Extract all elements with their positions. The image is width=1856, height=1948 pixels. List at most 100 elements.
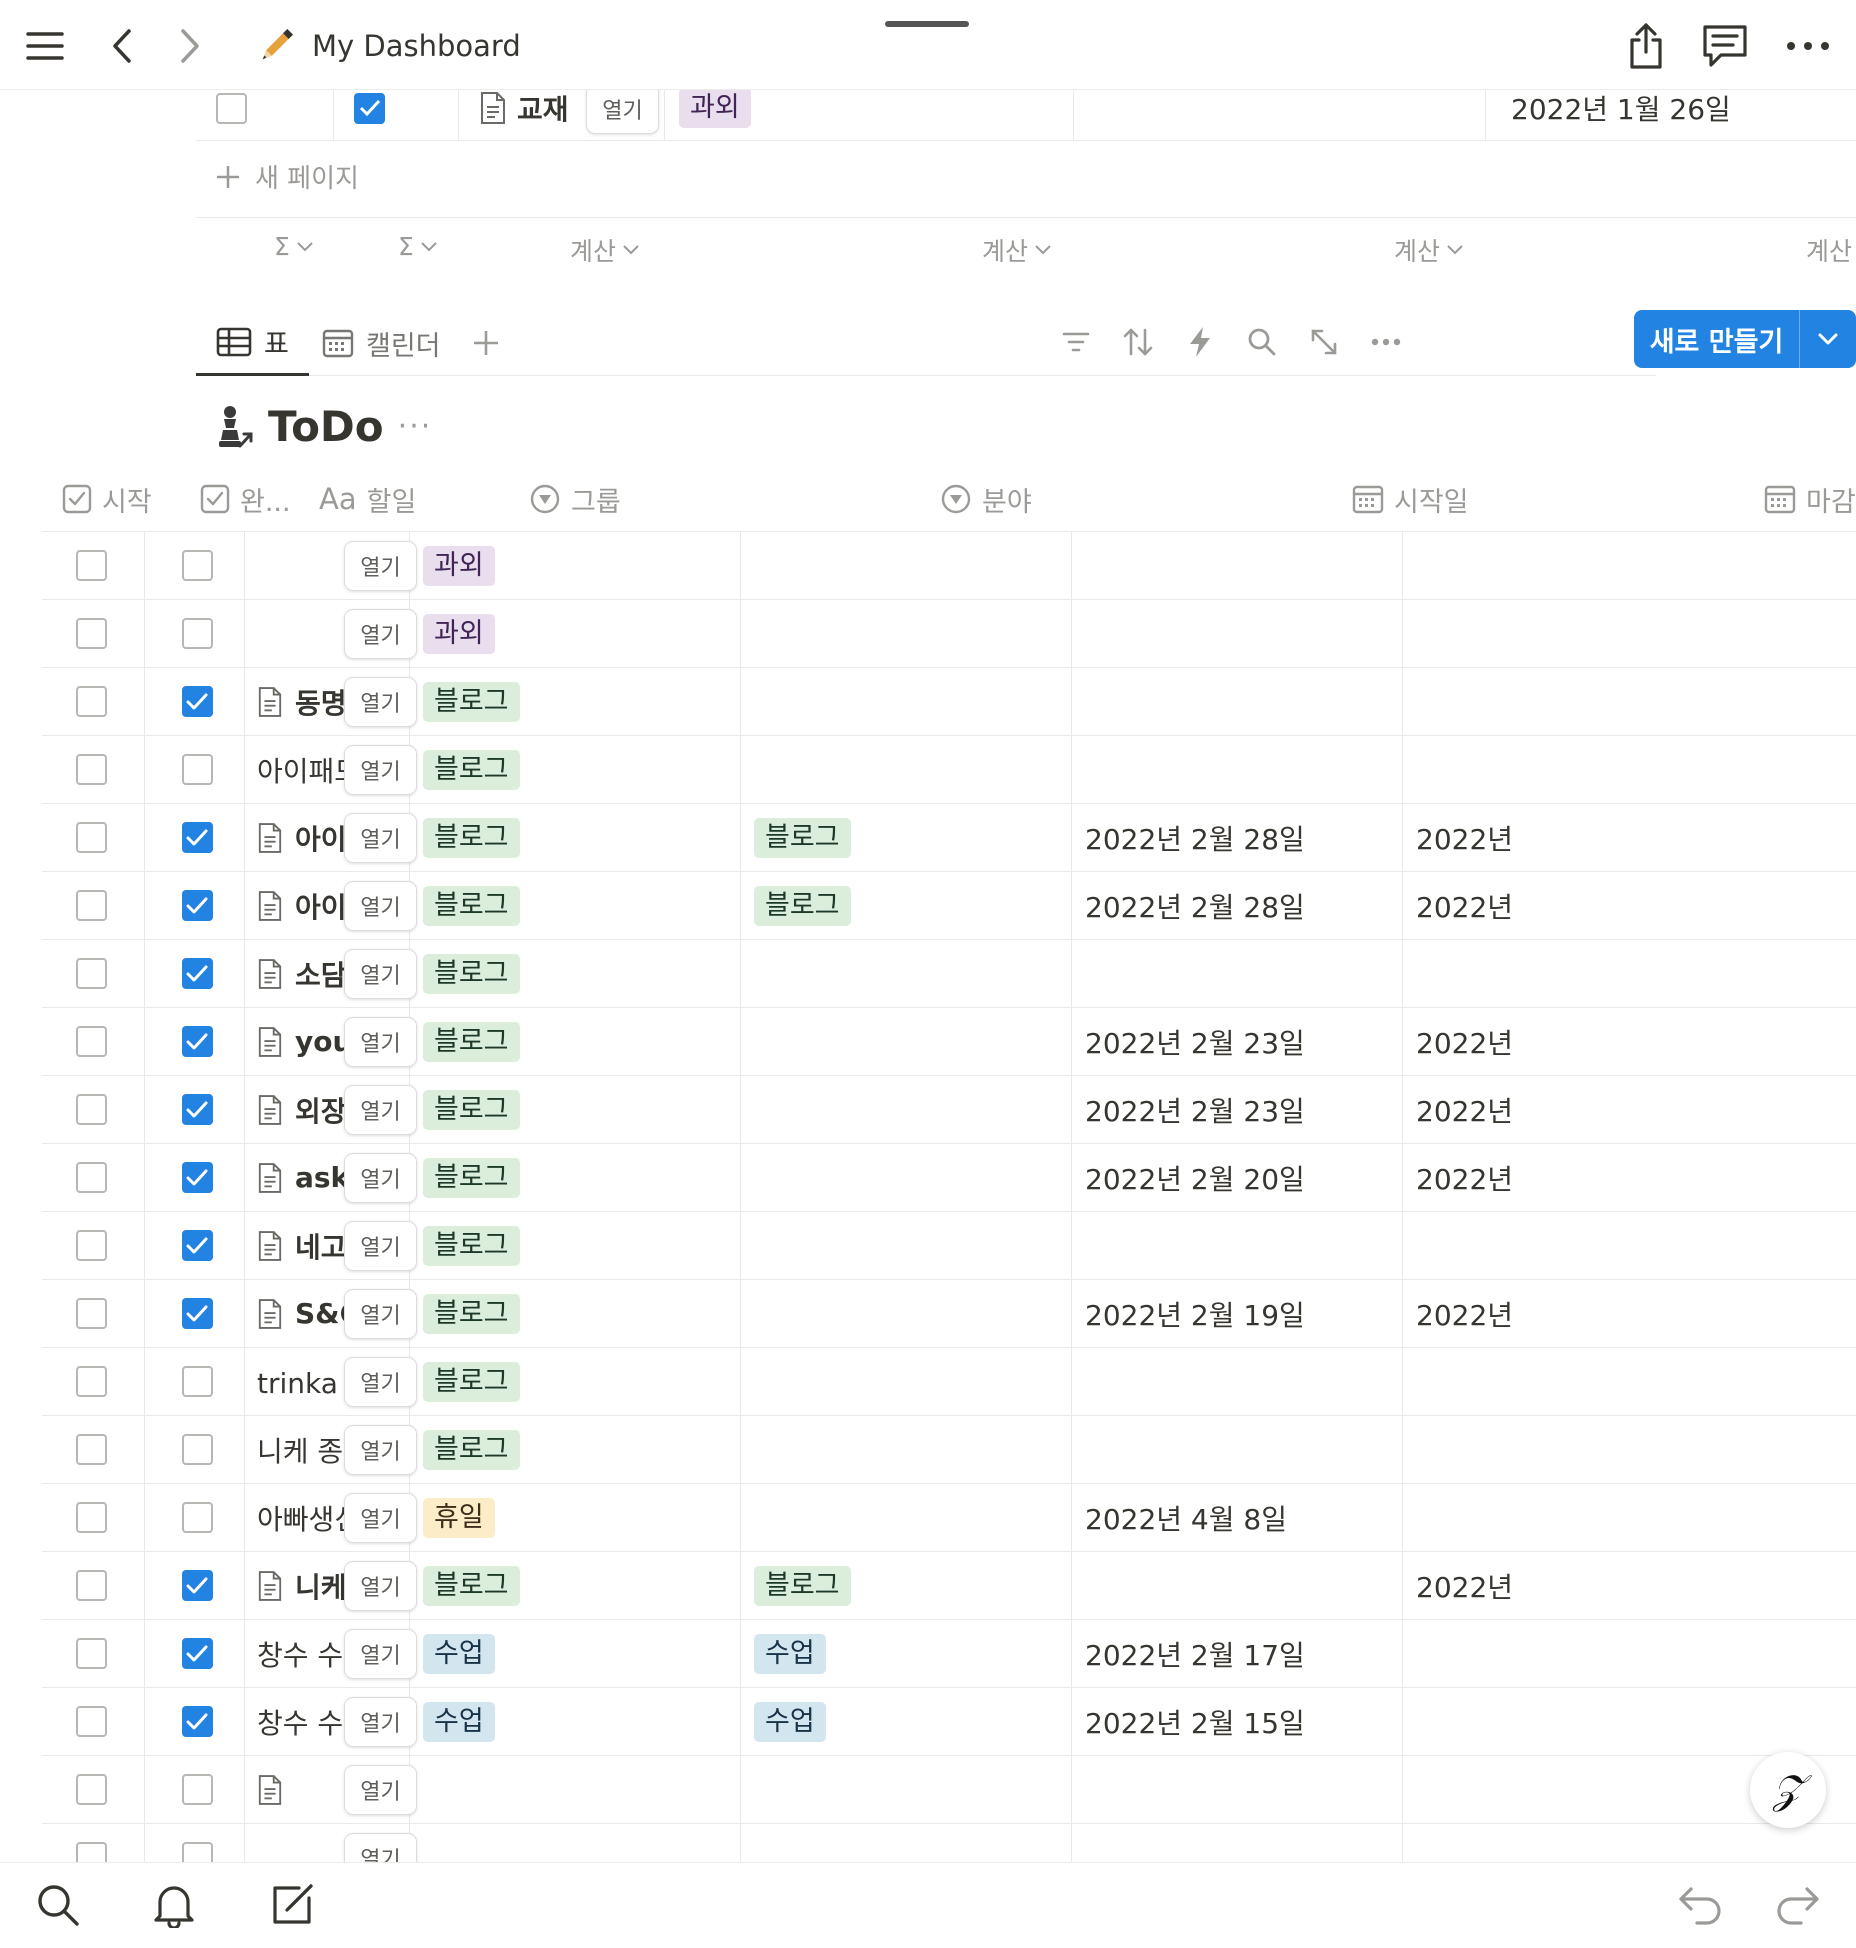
start-checkbox[interactable] [75, 1026, 107, 1057]
column-done[interactable]: 완... [200, 466, 300, 532]
tab-calendar[interactable]: 캘린더 [322, 310, 441, 376]
done-checkbox[interactable] [181, 1774, 213, 1805]
done-checkbox[interactable] [181, 1638, 213, 1669]
done-checkbox[interactable] [181, 822, 213, 853]
page-title[interactable]: My Dashboard [312, 29, 521, 63]
open-button[interactable]: 열기 [344, 1697, 417, 1747]
calc-dropdown-1[interactable]: 계산 [570, 232, 640, 268]
start-checkbox[interactable] [75, 1434, 107, 1465]
table-row[interactable]: S&G 열기 블로그 2022년 2월 19일 2022년 [42, 1280, 1856, 1348]
open-button[interactable]: 열기 [344, 677, 417, 727]
done-checkbox[interactable] [181, 618, 213, 649]
search-icon[interactable] [28, 1875, 88, 1935]
done-checkbox[interactable] [181, 1502, 213, 1533]
comment-icon[interactable] [1697, 18, 1753, 74]
menu-icon[interactable] [17, 18, 73, 74]
table-row[interactable]: ask 5 열기 블로그 2022년 2월 20일 2022년 [42, 1144, 1856, 1212]
open-button[interactable]: 열기 [344, 1153, 417, 1203]
database-more-icon[interactable]: ··· [398, 409, 433, 444]
table-row[interactable]: 네고왕 열기 블로그 [42, 1212, 1856, 1280]
open-button[interactable]: 열기 [344, 949, 417, 999]
add-view-icon[interactable] [472, 310, 500, 376]
table-row[interactable]: 소담 열기 블로그 [42, 940, 1856, 1008]
done-checkbox[interactable] [354, 92, 385, 124]
task-title[interactable]: 소담 [295, 954, 347, 994]
sum-calc-2[interactable]: Σ [398, 232, 438, 261]
start-checkbox[interactable] [75, 1230, 107, 1261]
redo-icon[interactable] [1768, 1875, 1828, 1935]
start-checkbox[interactable] [75, 1570, 107, 1601]
done-checkbox[interactable] [181, 1230, 213, 1261]
database-title[interactable]: ToDo [268, 402, 384, 451]
open-button[interactable]: 열기 [344, 881, 417, 931]
start-checkbox[interactable] [75, 1366, 107, 1397]
open-button[interactable]: 열기 [344, 1289, 417, 1339]
done-checkbox[interactable] [181, 1162, 213, 1193]
column-start[interactable]: 시작 [62, 466, 152, 532]
share-icon[interactable] [1618, 18, 1674, 74]
open-button[interactable]: 열기 [344, 813, 417, 863]
done-checkbox[interactable] [181, 1434, 213, 1465]
table-row[interactable]: 니케 열기 블로그 블로그 2022년 [42, 1552, 1856, 1620]
start-checkbox[interactable] [75, 686, 107, 717]
prev-row-title[interactable]: 교재 [517, 88, 569, 128]
done-checkbox[interactable] [181, 958, 213, 989]
done-checkbox[interactable] [181, 1570, 213, 1601]
column-group[interactable]: 그룹 [529, 466, 621, 532]
done-checkbox[interactable] [181, 686, 213, 717]
column-deadline[interactable]: 마감 [1764, 466, 1856, 532]
open-button[interactable]: 열기 [344, 1561, 417, 1611]
done-checkbox[interactable] [181, 1298, 213, 1329]
column-task[interactable]: Aa 할일 [319, 466, 416, 532]
drag-handle[interactable] [885, 21, 969, 27]
undo-icon[interactable] [1670, 1875, 1730, 1935]
start-checkbox[interactable] [75, 1774, 107, 1805]
more-icon[interactable] [1780, 18, 1836, 74]
tab-table[interactable]: 표 [196, 310, 309, 376]
table-row[interactable]: 아빠생신 열기 휴일 2022년 4월 8일 [42, 1484, 1856, 1552]
done-checkbox[interactable] [181, 1094, 213, 1125]
new-page-row[interactable]: 새 페이지 [215, 158, 359, 195]
table-row[interactable]: 열기 과외 [42, 532, 1856, 600]
start-checkbox[interactable] [75, 822, 107, 853]
table-row[interactable]: 열기 [42, 1756, 1856, 1824]
table-row[interactable]: trinka 영(열기 블로그 [42, 1348, 1856, 1416]
open-button[interactable]: 열기 [344, 609, 417, 659]
start-checkbox[interactable] [75, 1706, 107, 1737]
open-button[interactable]: 열기 [586, 84, 659, 134]
done-checkbox[interactable] [181, 1026, 213, 1057]
start-checkbox[interactable] [75, 958, 107, 989]
start-checkbox[interactable] [75, 1094, 107, 1125]
start-checkbox[interactable] [75, 618, 107, 649]
ai-assistant-button[interactable]: 𝒵 [1750, 1752, 1826, 1828]
start-checkbox[interactable] [75, 1502, 107, 1533]
expand-icon[interactable] [1300, 318, 1348, 366]
table-row[interactable]: 아이피 열기 블로그 블로그 2022년 2월 28일 2022년 [42, 872, 1856, 940]
open-button[interactable]: 열기 [344, 1629, 417, 1679]
search-icon[interactable] [1238, 318, 1286, 366]
done-checkbox[interactable] [181, 550, 213, 581]
sum-calc-1[interactable]: Σ [274, 232, 314, 261]
open-button[interactable]: 열기 [344, 541, 417, 591]
calc-dropdown-2[interactable]: 계산 [982, 232, 1052, 268]
done-checkbox[interactable] [181, 754, 213, 785]
open-button[interactable]: 열기 [344, 1357, 417, 1407]
calc-dropdown-3[interactable]: 계산 [1394, 232, 1464, 268]
compose-icon[interactable] [262, 1875, 322, 1935]
table-row[interactable]: 동명ㅅ 열기 블로그 [42, 668, 1856, 736]
sort-icon[interactable] [1114, 318, 1162, 366]
bell-icon[interactable] [144, 1875, 204, 1935]
chevron-down-icon[interactable] [1800, 332, 1856, 346]
start-checkbox[interactable] [75, 890, 107, 921]
filter-icon[interactable] [1052, 318, 1100, 366]
open-button[interactable]: 열기 [344, 1017, 417, 1067]
open-button[interactable]: 열기 [344, 1493, 417, 1543]
open-button[interactable]: 열기 [344, 1085, 417, 1135]
table-row[interactable]: 외장히 열기 블로그 2022년 2월 23일 2022년 [42, 1076, 1856, 1144]
open-button[interactable]: 열기 [344, 1221, 417, 1271]
done-checkbox[interactable] [181, 890, 213, 921]
column-start-date[interactable]: 시작일 [1352, 466, 1469, 532]
open-button[interactable]: 열기 [344, 1425, 417, 1475]
start-checkbox[interactable] [75, 1298, 107, 1329]
forward-icon[interactable] [162, 18, 218, 74]
